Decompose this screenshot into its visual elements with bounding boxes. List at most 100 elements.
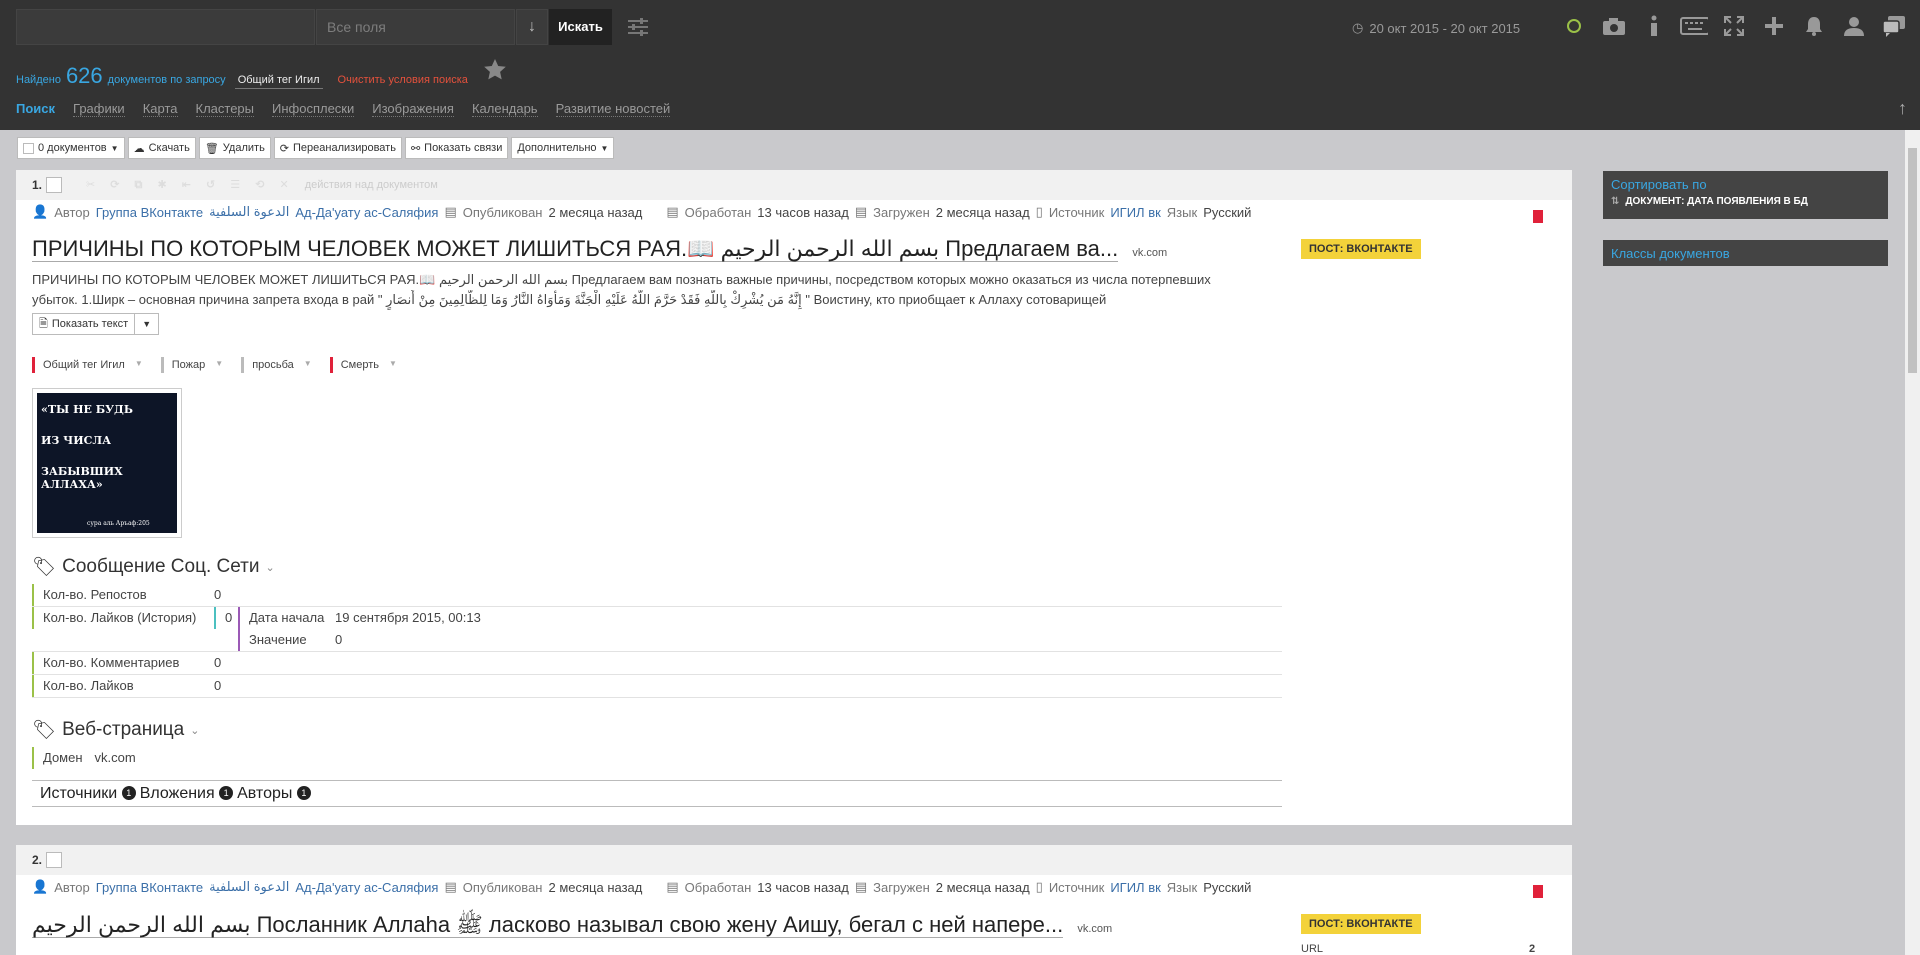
show-text-button[interactable]: 🗎 Показать текст [32, 313, 136, 335]
found-count: 626 [65, 63, 103, 88]
select-all-checkbox[interactable] [23, 142, 34, 154]
tab-attachments[interactable]: Вложения 1 [140, 785, 234, 803]
document-title-text[interactable]: بسم الله الرحمن الرحيم Посланник Аллаhа … [32, 912, 1064, 938]
download-button[interactable]: ☁ Скачать [127, 137, 196, 159]
tag-label: просьба [252, 359, 294, 371]
document-icon: 🗎 [39, 317, 48, 330]
likes-value: 0 [214, 678, 222, 693]
processed-label: Обработан [684, 204, 752, 220]
tab-search[interactable]: Поиск [16, 101, 55, 117]
tab-news-development[interactable]: Развитие новостей [555, 101, 671, 117]
document-title[interactable]: بسم الله الرحمن الرحيم Посланник Аллаhа … [32, 911, 1112, 943]
date-range[interactable]: ◷ 20 окт 2015 - 20 окт 2015 [1352, 20, 1520, 36]
sort-panel[interactable]: Сортировать по ⇅ ДОКУМЕНТ: ДАТА ПОЯВЛЕНИЯ… [1603, 171, 1888, 219]
found-prefix: Найдено [16, 74, 61, 86]
published-label: Опубликован [462, 204, 543, 220]
document-classes-panel[interactable]: Классы документов [1603, 240, 1888, 266]
author-name-link[interactable]: Ад-Да'уату ас-Саляфия [295, 205, 438, 220]
documents-toolbar: 0 документов ▼ ☁ Скачать 🗑 Удалить ⟳ Переан… [17, 137, 615, 159]
source-link[interactable]: ИГИЛ вк [1110, 880, 1160, 895]
document-image-thumbnail[interactable]: «ТЫ НЕ БУДЬ ИЗ ЧИСЛА ЗАБЫВШИХ АЛЛАХА» су… [32, 388, 182, 538]
image-text-line: ЗАБЫВШИХ АЛЛАХА» [41, 465, 123, 491]
tab-map[interactable]: Карта [142, 101, 178, 117]
sort-direction-button[interactable]: ↓ [516, 9, 548, 45]
chevron-down-icon[interactable]: ▼ [389, 359, 397, 371]
document-checkbox[interactable] [46, 852, 63, 868]
delete-button[interactable]: 🗑 Удалить [198, 137, 271, 159]
document-title[interactable]: ПРИЧИНЫ ПО КОТОРЫМ ЧЕЛОВЕК МОЖЕТ ЛИШИТЬС… [32, 236, 1167, 262]
camera-icon[interactable] [1600, 12, 1628, 40]
page-scrollbar[interactable] [1905, 130, 1920, 955]
reposts-value: 0 [214, 587, 222, 602]
source-link[interactable]: ИГИЛ вк [1110, 205, 1160, 220]
tab-label: Источники [40, 784, 118, 802]
query-tag-chip[interactable]: Общий тег Игил [234, 74, 323, 89]
web-page-section-title[interactable]: 🏷 Веб-страница ⌄ [32, 718, 199, 742]
document-classes-label: Классы документов [1611, 246, 1730, 261]
sort-icon: ⇅ [1611, 196, 1620, 207]
fields-select[interactable]: Все поля [316, 9, 515, 45]
tag-item[interactable]: Смерть ▼ [329, 357, 405, 373]
document-snippet: ПРИЧИНЫ ПО КОТОРЫМ ЧЕЛОВЕК МОЖЕТ ЛИШИТЬС… [32, 270, 1282, 310]
tag-icon: 🏷 [32, 557, 57, 578]
tag-item[interactable]: Пожар ▼ [160, 357, 232, 373]
author-arabic-link[interactable]: الدعوة السلفية [209, 204, 289, 220]
tab-sources[interactable]: Источники 1 [40, 785, 136, 803]
tag-item[interactable]: просьба ▼ [241, 357, 320, 373]
document-number: 1. [32, 178, 43, 192]
processed-value: 13 часов назад [757, 204, 849, 220]
tab-images[interactable]: Изображения [372, 101, 454, 117]
author-name-link[interactable]: Ад-Да'уату ас-Саляфия [295, 880, 438, 895]
post-type-badge: ПОСТ: ВКОНТАКТЕ [1301, 914, 1421, 934]
chevron-down-icon[interactable]: ▼ [304, 359, 312, 371]
count-badge: 1 [296, 786, 311, 801]
reanalyze-button[interactable]: ⟳ Переанализировать [273, 137, 402, 159]
author-label: Автор [54, 879, 90, 895]
tab-calendar[interactable]: Календарь [471, 101, 538, 117]
tab-infobursts[interactable]: Инфосплески [272, 101, 355, 117]
language-label: Язык [1166, 204, 1198, 220]
loaded-icon: ▤ [854, 204, 868, 219]
author-group-link[interactable]: Группа ВКонтакте [96, 880, 203, 895]
show-text-dropdown[interactable]: ▼ [135, 313, 160, 335]
clear-search-link[interactable]: Очистить условия поиска [338, 74, 468, 86]
search-input[interactable] [16, 9, 315, 45]
info-icon[interactable] [1640, 12, 1668, 40]
scroll-up-icon[interactable]: ↑ [1898, 98, 1907, 119]
tag-item[interactable]: Общий тег Игил ▼ [32, 357, 151, 373]
sort-value[interactable]: ⇅ ДОКУМЕНТ: ДАТА ПОЯВЛЕНИЯ В БД [1611, 196, 1880, 207]
bookmark-icon[interactable] [1533, 885, 1543, 898]
fullscreen-icon[interactable] [1720, 12, 1748, 40]
search-button[interactable]: Искать [549, 9, 612, 45]
more-dropdown[interactable]: Дополнительно ▼ [511, 137, 615, 159]
tab-authors[interactable]: Авторы 1 [237, 785, 311, 803]
social-message-section-title[interactable]: 🏷 Сообщение Соц. Сети ⌄ [32, 555, 275, 579]
tab-charts[interactable]: Графики [73, 101, 125, 117]
likes-history-value: 0 [214, 607, 232, 629]
scrollbar-thumb[interactable] [1908, 148, 1917, 373]
chat-icon[interactable] [1880, 12, 1908, 40]
author-group-link[interactable]: Группа ВКонтакте [96, 205, 203, 220]
bookmark-icon[interactable] [1533, 210, 1543, 223]
user-icon[interactable] [1840, 12, 1868, 40]
star-icon[interactable] [483, 58, 507, 82]
processed-label: Обработан [684, 879, 752, 895]
document-title-text[interactable]: ПРИЧИНЫ ПО КОТОРЫМ ЧЕЛОВЕК МОЖЕТ ЛИШИТЬС… [32, 236, 1119, 262]
plus-icon[interactable] [1760, 12, 1788, 40]
document-action-icons: ✂ ⟳ ⧉ ✱ ⇤ ↺ ☰ ⟲ ✕ [86, 179, 295, 191]
select-docs-dropdown[interactable]: 0 документов ▼ [17, 137, 125, 159]
keyboard-icon[interactable] [1680, 12, 1708, 40]
show-links-button[interactable]: ⚯ Показать связи [404, 137, 509, 159]
link-icon: ⚯ [410, 142, 421, 155]
tab-clusters[interactable]: Кластеры [195, 101, 254, 117]
status-circle-icon[interactable] [1560, 12, 1588, 40]
bell-icon[interactable] [1800, 12, 1828, 40]
chevron-down-icon[interactable]: ▼ [215, 359, 223, 371]
filter-settings-icon[interactable] [627, 17, 649, 37]
author-arabic-link[interactable]: الدعوة السلفية [209, 879, 289, 895]
chevron-down-icon[interactable]: ▼ [135, 359, 143, 371]
document-checkbox[interactable] [46, 177, 63, 193]
image-text-line: «ТЫ НЕ БУДЬ [41, 403, 133, 416]
likes-history-label: Кол-во. Лайков (История) [43, 610, 197, 625]
snippet-line: убыток. 1.Ширк – основная причина запрет… [32, 292, 1107, 307]
